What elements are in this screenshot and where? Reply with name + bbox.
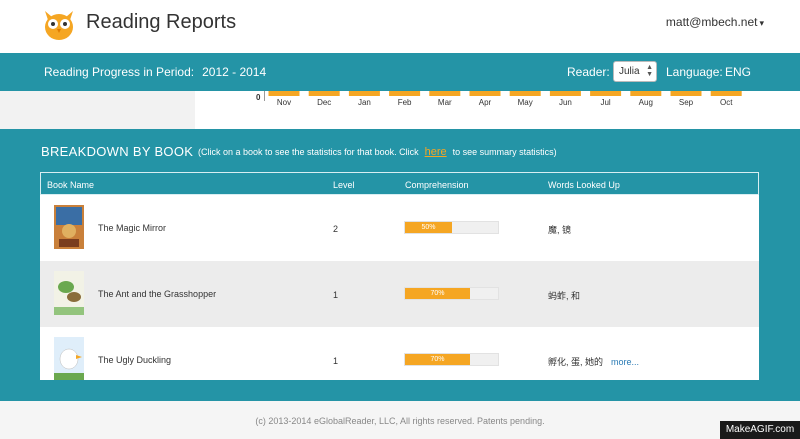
comprehension-fill: 70% [405, 288, 470, 299]
breakdown-title: BREAKDOWN BY BOOK [41, 144, 194, 159]
col-header-comprehension: Comprehension [405, 180, 469, 190]
language-label: Language: [666, 65, 723, 79]
x-tick-label-jul: Jul [600, 98, 610, 107]
book-level: 1 [333, 290, 339, 300]
user-account-menu[interactable]: matt@mbech.net ▾ [666, 15, 764, 29]
col-header-level: Level [333, 180, 355, 190]
x-tick-label-aug: Aug [639, 98, 653, 107]
book-cover-ugly-duckling [54, 337, 84, 380]
period-display: Reading Progress in Period: 2012 - 2014 [44, 65, 266, 79]
x-tick-label-oct: Oct [720, 98, 733, 107]
breakdown-hint: (Click on a book to see the statistics f… [198, 146, 557, 158]
words-looked-up: 孵化, 蛋, 她的 [548, 357, 604, 367]
owl-logo-icon [45, 11, 73, 40]
app-title: Reading Reports [86, 11, 237, 33]
y-axis-line [264, 91, 265, 101]
comprehension-fill: 50% [405, 222, 452, 233]
hint-text-after: to see summary statistics) [452, 147, 557, 157]
hint-text-before: (Click on a book to see the statistics f… [198, 147, 419, 157]
x-tick-label-nov: Nov [277, 98, 291, 107]
chart-bar-may [509, 91, 541, 96]
comprehension-bar: 70% [404, 287, 499, 300]
table-row[interactable]: The Ant and the Grasshopper 1 70% 蚂蚱, 和 [40, 261, 759, 327]
x-tick-label-jan: Jan [358, 98, 371, 107]
x-tick-label-mar: Mar [438, 98, 452, 107]
chart-bar-aug [630, 91, 662, 96]
words-looked-up: 魔, 镜 [548, 225, 572, 235]
chart-bar-jun [549, 91, 581, 96]
makeagif-watermark: MakeAGIF.com [720, 421, 800, 439]
book-level: 2 [333, 224, 339, 234]
comprehension-bar: 50% [404, 221, 499, 234]
words-looked-up-container: 孵化, 蛋, 她的 more... [548, 355, 639, 368]
x-tick-label-feb: Feb [398, 98, 412, 107]
book-title: The Ugly Duckling [98, 355, 172, 365]
chevron-down-icon: ▾ [759, 18, 764, 28]
comprehension-fill: 70% [405, 354, 470, 365]
summary-link[interactable]: here [425, 146, 447, 158]
select-arrows-icon: ▲ ▼ [646, 64, 653, 78]
chart-bar-jul [590, 91, 622, 96]
period-value: 2012 - 2014 [202, 65, 267, 79]
col-header-words: Words Looked Up [548, 180, 620, 190]
chart-strip: Nov Dec Jan Feb Mar Apr May Jun Jul Aug Sep Oct [0, 91, 800, 129]
reader-label: Reader: [567, 65, 610, 79]
books-table: Book Name Level Comprehension Words Look… [40, 172, 759, 380]
progress-chart-svg: Nov Dec Jan Feb Mar Apr May Jun Jul Aug Sep Oct [268, 91, 742, 107]
chart-bar-oct [710, 91, 742, 96]
table-header: Book Name Level Comprehension Words Look… [40, 172, 759, 195]
reading-progress-chart: Nov Dec Jan Feb Mar Apr May Jun Jul Aug Sep Oct [195, 91, 800, 129]
chart-bar-dec [308, 91, 340, 96]
book-cover-magic-mirror [54, 205, 84, 249]
table-row[interactable]: The Ugly Duckling 1 70% 孵化, 蛋, 她的 more... [40, 327, 759, 380]
reader-select[interactable]: Julia ▲ ▼ [613, 61, 657, 82]
period-label: Reading Progress in Period: [44, 65, 195, 79]
book-level: 1 [333, 356, 339, 366]
chart-bar-mar [429, 91, 461, 96]
book-title: The Ant and the Grasshopper [98, 289, 217, 299]
chart-bar-feb [389, 91, 421, 96]
chart-bar-nov [268, 91, 300, 96]
user-email: matt@mbech.net [665, 15, 758, 29]
x-tick-label-jun: Jun [559, 98, 572, 107]
reader-select-value: Julia [619, 66, 640, 77]
comprehension-bar: 70% [404, 353, 499, 366]
x-tick-label-sep: Sep [679, 98, 694, 107]
book-title: The Magic Mirror [98, 223, 167, 233]
x-tick-label-may: May [518, 98, 533, 107]
more-words-link[interactable]: more... [611, 357, 639, 367]
chart-bar-apr [469, 91, 501, 96]
y-axis-zero-label: 0 [256, 93, 261, 102]
book-cover-ant-grasshopper [54, 271, 84, 315]
chart-bar-sep [670, 91, 702, 96]
words-looked-up: 蚂蚱, 和 [548, 291, 581, 301]
app-header: Reading Reports matt@mbech.net ▾ [0, 0, 800, 53]
copyright-text: (c) 2013-2014 eGlobalReader, LLC, All ri… [255, 416, 545, 426]
chart-bar-jan [348, 91, 380, 96]
col-header-book-name: Book Name [47, 180, 95, 190]
table-row[interactable]: The Magic Mirror 2 50% 魔, 镜 [40, 195, 759, 261]
language-value: ENG [725, 65, 752, 79]
x-tick-label-dec: Dec [317, 98, 331, 107]
report-filter-bar: Reading Progress in Period: 2012 - 2014 R… [0, 53, 800, 91]
x-tick-label-apr: Apr [479, 98, 492, 107]
